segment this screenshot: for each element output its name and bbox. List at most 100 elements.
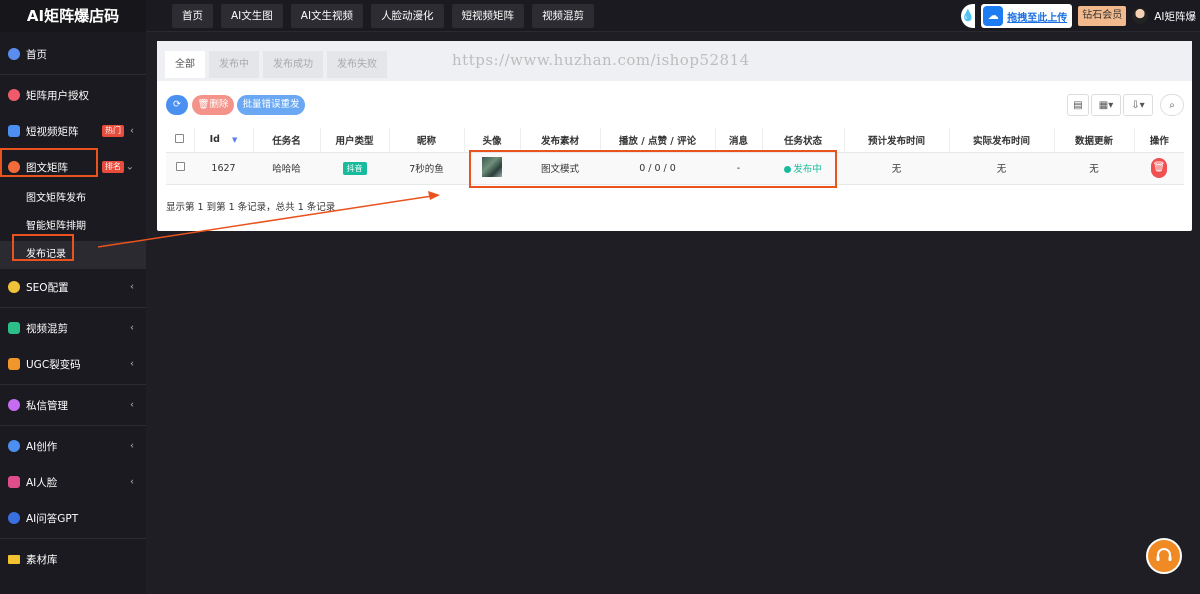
columns-icon: ▦▾ xyxy=(1098,99,1114,111)
sidebar-item-materials[interactable]: 素材库 xyxy=(0,541,146,577)
app-title: AI矩阵爆店码 xyxy=(0,0,146,32)
cell-stats: 0 / 0 / 0 xyxy=(600,151,715,185)
clapper-icon xyxy=(8,322,20,334)
sidebar-item-ai-create[interactable]: AI创作 ‹ xyxy=(0,428,146,464)
tab-success[interactable]: 发布成功 xyxy=(263,51,323,78)
row-select-cell[interactable] xyxy=(166,151,194,185)
chevron-left-icon: ‹ xyxy=(130,322,134,334)
user-name[interactable]: AI矩阵爆 xyxy=(1154,9,1196,24)
drop-icon[interactable]: 💧 xyxy=(961,4,976,28)
col-nickname: 昵称 xyxy=(389,128,465,152)
sort-desc-icon[interactable]: ▼ xyxy=(232,136,237,144)
nav-ai-text-to-image[interactable]: AI文生图 xyxy=(221,4,283,28)
col-stats: 播放 / 点赞 / 评论 xyxy=(600,128,716,152)
cell-updated: 无 xyxy=(1054,151,1134,185)
pagination-summary: 显示第 1 到第 1 条记录，总共 1 条记录 xyxy=(166,202,336,213)
col-id[interactable]: Id ▼ xyxy=(194,128,254,152)
seo-icon xyxy=(8,281,20,293)
upload-widget[interactable]: ☁ 拖拽至此上传 xyxy=(981,4,1073,28)
sidebar-item-label: AI问答GPT xyxy=(26,512,79,525)
cell-material: 图文模式 xyxy=(520,151,600,185)
sidebar-item-user-auth[interactable]: 矩阵用户授权 xyxy=(0,77,146,113)
refresh-button[interactable]: ⟳ xyxy=(166,95,188,115)
ai-gpt-icon xyxy=(8,512,20,524)
sidebar-item-label: 首页 xyxy=(26,48,47,61)
trash-icon: 🗑 xyxy=(197,99,210,110)
sidebar-item-seo[interactable]: SEO配置 ‹ xyxy=(0,269,146,305)
watermark: https://www.huzhan.com/ishop52814 xyxy=(452,51,750,69)
main-panel: 全部 发布中 发布成功 发布失败 https://www.huzhan.com/… xyxy=(157,41,1192,231)
sidebar-item-ai-face[interactable]: AI人脸 ‹ xyxy=(0,464,146,500)
batch-resend-button[interactable]: 批量错误重发 xyxy=(237,95,305,115)
sidebar-item-short-video[interactable]: 短视频矩阵 热门 ‹ xyxy=(0,113,146,149)
select-all-checkbox[interactable] xyxy=(175,133,185,143)
sidebar-item-label: 素材库 xyxy=(26,553,58,566)
col-id-label: Id xyxy=(209,134,220,146)
sidebar-item-ugc[interactable]: UGC裂变码 ‹ xyxy=(0,346,146,382)
export-button[interactable]: ⇩▾ xyxy=(1123,94,1153,116)
video-icon xyxy=(8,125,20,137)
row-delete-button[interactable]: 🗑 xyxy=(1151,158,1167,178)
face-icon xyxy=(8,476,20,488)
cell-status: 发布中 xyxy=(762,151,844,185)
col-actions: 操作 xyxy=(1149,135,1169,147)
sidebar-item-image-text[interactable]: 图文矩阵 排名 ⌄ xyxy=(0,149,146,185)
col-status: 任务状态 xyxy=(762,128,845,152)
sidebar-item-label: 视频混剪 xyxy=(26,322,68,335)
rank-badge: 排名 xyxy=(102,161,124,173)
sidebar-sub-schedule[interactable]: 智能矩阵排期 xyxy=(0,213,146,241)
member-badge[interactable]: 钻石会员 xyxy=(1078,6,1127,26)
col-task-name: 任务名 xyxy=(253,128,321,152)
sidebar-item-label: 短视频矩阵 xyxy=(26,125,79,138)
toolbar: ⟳ 🗑删除 批量错误重发 ▤ ▦▾ ⇩▾ ⌕ xyxy=(157,81,1192,129)
tab-failed[interactable]: 发布失败 xyxy=(327,51,387,78)
nav-video-mix[interactable]: 视频混剪 xyxy=(532,4,595,28)
table-row: 1627 哈哈哈 抖音 7秒的鱼 图文模式 0 / 0 / 0 - 发布中 无 … xyxy=(166,151,1184,185)
delete-button[interactable]: 🗑删除 xyxy=(192,95,234,115)
sidebar-sub-publish[interactable]: 图文矩阵发布 xyxy=(0,185,146,213)
col-avatar: 头像 xyxy=(464,128,521,152)
divider xyxy=(0,74,146,75)
sidebar-item-label: UGC裂变码 xyxy=(26,358,81,371)
divider xyxy=(0,307,146,308)
col-user-type: 用户类型 xyxy=(320,128,390,152)
sidebar-item-video-mix[interactable]: 视频混剪 ‹ xyxy=(0,310,146,346)
upload-text: 拖拽至此上传 xyxy=(1007,12,1068,24)
tab-publishing[interactable]: 发布中 xyxy=(209,51,259,78)
search-button[interactable]: ⌕ xyxy=(1160,94,1184,116)
table-icon: ▤ xyxy=(1073,99,1083,111)
sidebar-item-messages[interactable]: 私信管理 ‹ xyxy=(0,387,146,423)
divider xyxy=(0,425,146,426)
headset-icon xyxy=(1156,548,1172,561)
customer-support-button[interactable] xyxy=(1146,538,1182,574)
sidebar-item-home[interactable]: 首页 xyxy=(0,36,146,72)
sidebar-item-ai-gpt[interactable]: AI问答GPT xyxy=(0,500,146,536)
tab-all[interactable]: 全部 xyxy=(165,51,205,78)
nav-short-video-matrix[interactable]: 短视频矩阵 xyxy=(451,4,525,28)
status-badge: 发布中 xyxy=(784,164,822,175)
select-all-cell[interactable] xyxy=(166,128,195,152)
columns-button[interactable]: ▦▾ xyxy=(1091,94,1121,116)
ai-create-icon xyxy=(8,440,20,452)
qrcode-icon xyxy=(8,358,20,370)
chevron-left-icon: ‹ xyxy=(130,440,134,452)
hot-badge: 热门 xyxy=(102,125,124,137)
folder-icon xyxy=(8,554,20,564)
sidebar-sub-records[interactable]: 发布记录 xyxy=(0,241,146,269)
chevron-down-icon: ⌄ xyxy=(125,161,134,173)
nav-face-anime[interactable]: 人脸动漫化 xyxy=(371,4,444,28)
avatar-thumbnail[interactable] xyxy=(482,156,502,177)
chat-icon xyxy=(8,399,20,411)
sidebar-item-label: AI创作 xyxy=(26,440,58,453)
nav-ai-text-to-video[interactable]: AI文生视频 xyxy=(290,4,364,28)
user-avatar[interactable] xyxy=(1132,8,1149,24)
nav-home[interactable]: 首页 xyxy=(172,4,213,28)
sidebar-item-label: 图文矩阵 xyxy=(26,161,68,174)
top-right: 💧 ☁ 拖拽至此上传 钻石会员 AI矩阵爆 xyxy=(961,4,1196,28)
cell-user-type: 抖音 xyxy=(320,151,389,185)
toggle-view-button[interactable]: ▤ xyxy=(1067,94,1089,116)
table-header-row: Id ▼ 任务名 用户类型 昵称 头像 发布素材 播放 / 点赞 / 评论 消息 … xyxy=(166,128,1184,152)
sidebar: 首页 矩阵用户授权 短视频矩阵 热门 ‹ 图文矩阵 排名 ⌄ 图文矩阵发布 智能… xyxy=(0,32,146,594)
row-checkbox[interactable] xyxy=(175,162,185,171)
cell-planned-time: 无 xyxy=(844,151,949,185)
